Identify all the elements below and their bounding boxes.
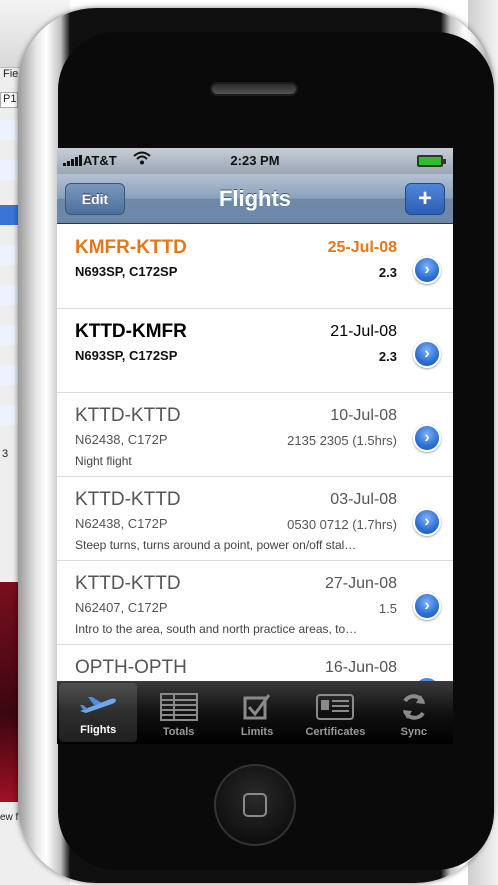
battery-charging-icon [417,155,446,167]
flight-row[interactable]: KTTD-KMFR 21-Jul-08 N693SP, C172SP 2.3 › [57,309,453,393]
flight-date: 25-Jul-08 [327,239,397,256]
flight-list: KMFR-KTTD 25-Jul-08 N693SP, C172SP 2.3 ›… [57,225,453,681]
status-bar: AT&T 2:23 PM [57,148,453,174]
earpiece-speaker [210,82,298,96]
home-square-icon [243,793,267,817]
desktop-stage: Fie P1 3 ew f AT&T 2:23 PM Edit Flights … [0,0,498,885]
flight-route: KTTD-KMFR [75,321,187,342]
tab-label: Flights [80,724,117,736]
background-count: 3 [2,448,9,460]
flight-row[interactable]: KMFR-KTTD 25-Jul-08 N693SP, C172SP 2.3 › [57,225,453,309]
flight-notes: Intro to the area, south and north pract… [75,622,358,636]
tab-label: Totals [162,726,195,738]
flight-duration: 2.3 [378,349,397,364]
flight-date: 10-Jul-08 [330,407,397,424]
flight-row[interactable]: KTTD-KTTD 27-Jun-08 N62407, C172P 1.5 In… [57,561,453,645]
flight-row[interactable]: OPTH-OPTH 16-Jun-08 › [57,645,453,681]
flight-aircraft: N693SP, C172SP [75,264,178,279]
home-button[interactable] [214,764,296,846]
flight-date: 27-Jun-08 [324,575,397,592]
flight-route: OPTH-OPTH [75,657,187,678]
disclosure-chevron-icon[interactable]: › [413,256,441,284]
flight-duration: 0530 0712 (1.7hrs) [287,517,397,532]
background-footer-text: ew f [0,812,19,823]
checkbox-icon [242,692,272,722]
flight-route: KTTD-KTTD [75,489,181,510]
flight-aircraft: N62438, C172P [75,432,168,447]
tab-label: Certificates [305,726,366,738]
certificate-icon [316,692,355,722]
disclosure-chevron-icon[interactable]: › [413,424,441,452]
flight-duration: 1.5 [378,601,397,616]
flight-route: KMFR-KTTD [75,237,187,258]
sync-icon [399,692,429,722]
tab-totals[interactable]: Totals [139,681,217,744]
flight-duration: 2135 2305 (1.5hrs) [287,433,397,448]
disclosure-chevron-icon[interactable]: › [413,508,441,536]
flight-duration: 2.3 [378,265,397,280]
tab-label: Limits [240,726,274,738]
flight-date: 03-Jul-08 [330,491,397,508]
totals-icon [159,692,198,722]
flight-aircraft: N62438, C172P [75,516,168,531]
flight-date: 21-Jul-08 [330,323,397,340]
navigation-bar: Edit Flights + [57,174,453,224]
flight-row[interactable]: KTTD-KTTD 03-Jul-08 N62438, C172P 0530 0… [57,477,453,561]
page-title: Flights [218,186,292,211]
disclosure-chevron-icon[interactable]: › [413,592,441,620]
airplane-icon [78,690,118,720]
flight-notes: Steep turns, turns around a point, power… [75,538,357,552]
background-thumbnail [0,582,18,802]
disclosure-chevron-icon[interactable]: › [413,340,441,368]
tab-flights[interactable]: Flights [59,683,138,742]
flight-date: 16-Jun-08 [324,659,397,676]
status-time: 2:23 PM [230,153,280,168]
tab-label: Sync [400,726,427,738]
flight-aircraft: N62407, C172P [75,600,168,615]
flight-route: KTTD-KTTD [75,573,181,594]
flight-notes: Night flight [75,454,132,468]
tab-limits[interactable]: Limits [218,681,296,744]
iphone-screen: AT&T 2:23 PM Edit Flights + KMFR-KTTD 25… [57,148,453,744]
flight-row[interactable]: KTTD-KTTD 10-Jul-08 N62438, C172P 2135 2… [57,393,453,477]
tab-sync[interactable]: Sync [375,681,453,744]
background-field: P1 [0,92,18,108]
background-menu-label: Fie [3,68,19,80]
tab-certificates[interactable]: Certificates [296,681,374,744]
tab-bar: Flights Totals Limits Certificates Sync [57,681,453,744]
add-flight-button[interactable]: + [405,183,445,215]
flight-aircraft: N693SP, C172SP [75,348,178,363]
flight-route: KTTD-KTTD [75,405,181,426]
